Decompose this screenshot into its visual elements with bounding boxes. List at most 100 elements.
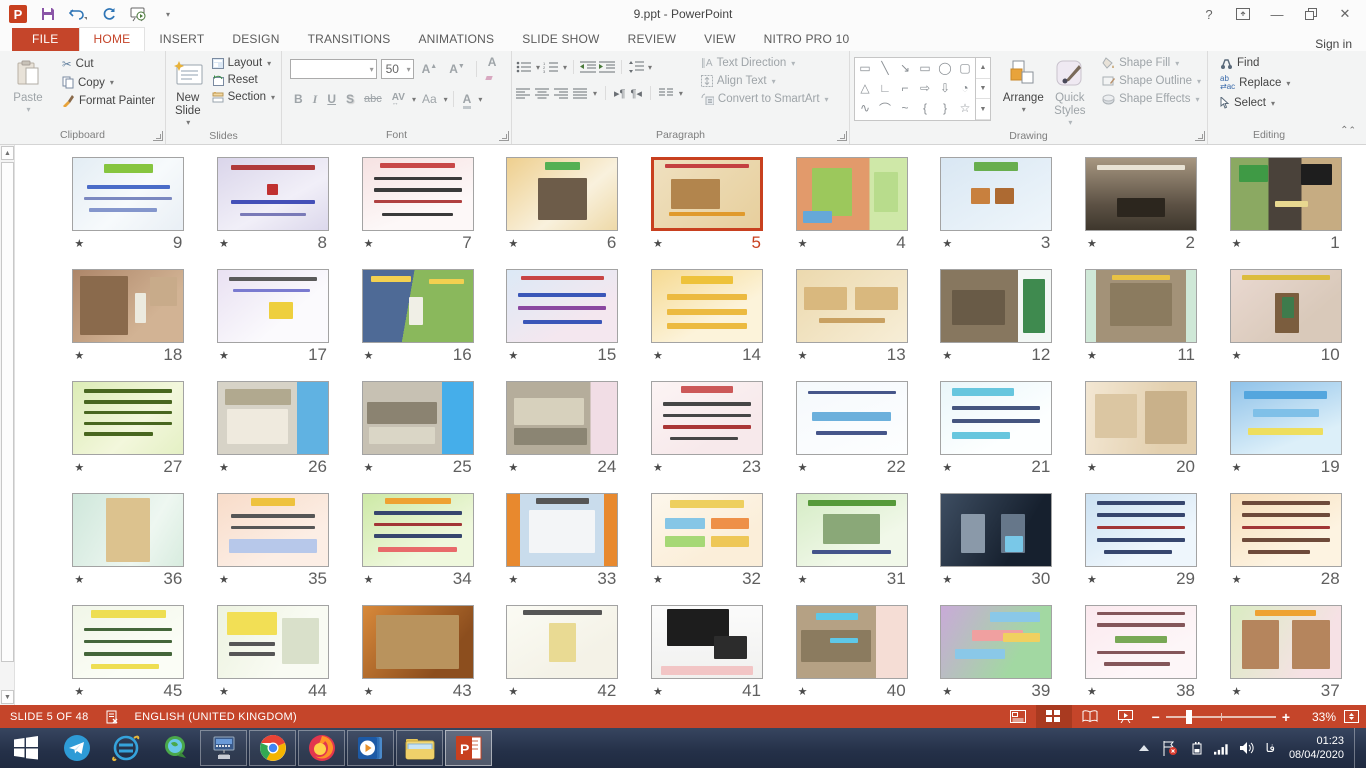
zoom-out-button[interactable]: −: [1152, 709, 1160, 725]
shape-fill-button[interactable]: Shape Fill▾: [1100, 57, 1203, 69]
slide-thumbnail-45[interactable]: [72, 605, 184, 679]
start-button[interactable]: [0, 728, 52, 768]
slide-thumbnail-39[interactable]: [940, 605, 1052, 679]
qat-customize-icon[interactable]: ▾: [158, 4, 178, 24]
shape-outline-button[interactable]: Shape Outline▾: [1100, 75, 1203, 87]
slide-thumbnail-44[interactable]: [217, 605, 329, 679]
close-icon[interactable]: ✕: [1330, 3, 1360, 25]
layout-button[interactable]: Layout▾: [210, 57, 277, 69]
bold-button[interactable]: B: [290, 92, 307, 106]
slide-thumbnail-21[interactable]: [940, 381, 1052, 455]
tab-slide-show[interactable]: SLIDE SHOW: [508, 28, 613, 51]
scroll-up-icon[interactable]: ▲: [1, 146, 14, 160]
slide-thumbnail-10[interactable]: [1230, 269, 1342, 343]
rtl-text-icon[interactable]: ¶◂: [630, 87, 641, 100]
start-from-beginning-icon[interactable]: [128, 4, 148, 24]
slide-counter[interactable]: SLIDE 5 OF 48: [10, 711, 89, 723]
shape-option-1[interactable]: ╲: [875, 58, 895, 78]
character-spacing-button[interactable]: AV↔: [388, 92, 409, 107]
shape-option-10[interactable]: ⇩: [935, 78, 955, 98]
tab-nitro-pro-10[interactable]: NITRO PRO 10: [750, 28, 864, 51]
fit-slide-to-window-icon[interactable]: [1336, 705, 1366, 728]
hidden-icons-chevron[interactable]: [1136, 745, 1152, 751]
increase-indent-icon[interactable]: [599, 61, 615, 73]
taskbar-app-ie[interactable]: [102, 730, 149, 766]
format-painter-button[interactable]: Format Painter: [60, 94, 157, 107]
slide-thumbnail-41[interactable]: [651, 605, 763, 679]
slide-thumbnail-27[interactable]: [72, 381, 184, 455]
slide-thumbnail-37[interactable]: [1230, 605, 1342, 679]
volume-icon[interactable]: [1240, 741, 1256, 755]
slide-thumbnail-31[interactable]: [796, 493, 908, 567]
shape-option-14[interactable]: ~: [895, 98, 915, 118]
slide-thumbnail-35[interactable]: [217, 493, 329, 567]
taskbar-app-idm[interactable]: [151, 730, 198, 766]
network-signal-icon[interactable]: [1214, 742, 1230, 755]
taskbar-app-explorer[interactable]: [396, 730, 443, 766]
reset-button[interactable]: Reset: [210, 74, 277, 86]
align-right-icon[interactable]: [554, 88, 568, 99]
slide-thumbnail-1[interactable]: [1230, 157, 1342, 231]
increase-font-size-button[interactable]: A▲: [418, 62, 442, 76]
slide-thumbnail-26[interactable]: [217, 381, 329, 455]
slide-thumbnail-22[interactable]: [796, 381, 908, 455]
slide-thumbnail-19[interactable]: [1230, 381, 1342, 455]
tab-transitions[interactable]: TRANSITIONS: [294, 28, 405, 51]
shape-option-15[interactable]: {: [915, 98, 935, 118]
justify-icon[interactable]: [573, 88, 587, 99]
shape-option-13[interactable]: ⌒: [875, 98, 895, 118]
font-name-combo[interactable]: ▾: [290, 59, 377, 79]
shape-option-6[interactable]: △: [855, 78, 875, 98]
slide-thumbnail-38[interactable]: [1085, 605, 1197, 679]
ribbon-display-options-icon[interactable]: [1228, 3, 1258, 25]
slide-thumbnail-43[interactable]: [362, 605, 474, 679]
slide-thumbnail-36[interactable]: [72, 493, 184, 567]
show-desktop-strip[interactable]: [1354, 728, 1360, 768]
power-battery-icon[interactable]: [1188, 741, 1204, 755]
slide-thumbnail-20[interactable]: [1085, 381, 1197, 455]
scroll-down-icon[interactable]: ▼: [1, 690, 14, 704]
tab-view[interactable]: VIEW: [690, 28, 749, 51]
text-shadow-button[interactable]: S: [342, 92, 358, 106]
new-slide-button[interactable]: New Slide▾: [170, 55, 206, 128]
undo-icon[interactable]: [68, 4, 88, 24]
zoom-slider[interactable]: [1166, 716, 1276, 718]
tab-home[interactable]: HOME: [79, 27, 146, 51]
change-case-button[interactable]: Aa: [418, 92, 441, 106]
align-center-icon[interactable]: [535, 88, 549, 99]
select-button[interactable]: Select▾: [1218, 97, 1292, 109]
taskbar-app-osk[interactable]: [200, 730, 247, 766]
zoom-slider-thumb[interactable]: [1186, 710, 1192, 724]
slide-thumbnail-32[interactable]: [651, 493, 763, 567]
minimize-icon[interactable]: —: [1262, 3, 1292, 25]
tab-design[interactable]: DESIGN: [218, 28, 293, 51]
input-language-indicator[interactable]: فا: [1266, 741, 1275, 755]
shape-option-7[interactable]: ∟: [875, 78, 895, 98]
tab-animations[interactable]: ANIMATIONS: [404, 28, 508, 51]
slide-thumbnail-6[interactable]: [506, 157, 618, 231]
shape-option-17[interactable]: ☆: [955, 98, 975, 118]
save-icon[interactable]: [38, 4, 58, 24]
shapes-gallery-scrollbar[interactable]: ▲▼▼: [975, 58, 990, 120]
scrollbar-thumb[interactable]: [1, 162, 14, 662]
slide-thumbnail-17[interactable]: [217, 269, 329, 343]
slide-thumbnail-40[interactable]: [796, 605, 908, 679]
paste-button[interactable]: Paste▾: [4, 55, 52, 127]
font-color-button[interactable]: A: [459, 92, 476, 106]
font-dialog-launcher[interactable]: [499, 131, 509, 141]
slide-thumbnail-29[interactable]: [1085, 493, 1197, 567]
slide-thumbnail-34[interactable]: [362, 493, 474, 567]
shape-option-0[interactable]: ▭: [855, 58, 875, 78]
bullets-icon[interactable]: [516, 61, 532, 73]
quick-styles-button[interactable]: Quick Styles▾: [1048, 55, 1093, 128]
cut-button[interactable]: ✂Cut: [60, 57, 157, 71]
slide-thumbnail-23[interactable]: [651, 381, 763, 455]
slide-thumbnail-5[interactable]: [651, 157, 763, 231]
tab-review[interactable]: REVIEW: [614, 28, 691, 51]
taskbar-app-mpc[interactable]: [347, 730, 394, 766]
sign-in-link[interactable]: Sign in: [1315, 37, 1366, 51]
taskbar-app-chrome[interactable]: [249, 730, 296, 766]
slide-thumbnail-3[interactable]: [940, 157, 1052, 231]
taskbar-app-firefox[interactable]: [298, 730, 345, 766]
taskbar-app-powerpoint[interactable]: P: [445, 730, 492, 766]
